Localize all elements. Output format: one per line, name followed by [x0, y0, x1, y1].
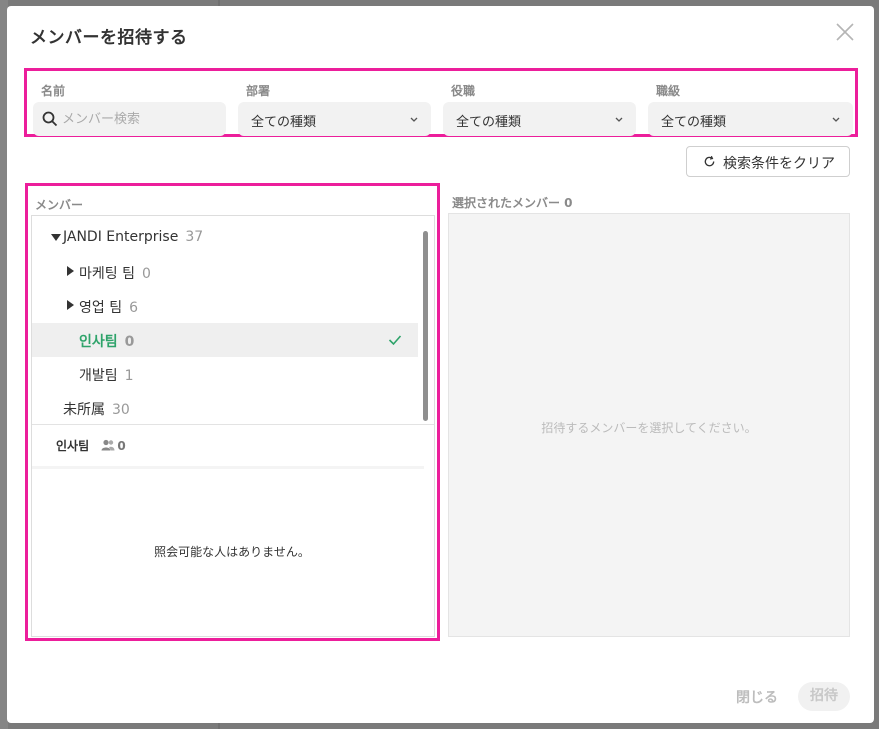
tree-item-label: 인사팀: [79, 334, 118, 350]
no-members-message: 照会可能な人はありません。: [154, 545, 310, 559]
role-select[interactable]: 全ての種類: [443, 102, 636, 136]
tree-item-label: 未所属: [63, 402, 105, 418]
rank-filter-label: 職級: [656, 84, 681, 98]
chevron-down-icon: [615, 117, 623, 122]
tree-item-unassigned[interactable]: 未所属 30: [32, 391, 418, 425]
tree-item-label: 개발팀: [79, 368, 118, 384]
tree-item-count: 30: [112, 402, 130, 418]
invite-members-dialog: メンバーを招待する 名前 部署 全ての種類 役職 全ての種類 職級 全ての種類 …: [7, 6, 874, 723]
tree-item-label: JANDI Enterprise: [63, 229, 179, 245]
invite-button[interactable]: 招待: [798, 682, 850, 711]
role-select-value: 全ての種類: [456, 115, 522, 130]
caret-right-icon: [67, 300, 74, 310]
search-icon: [42, 111, 58, 127]
tree-item-count: 0: [141, 266, 151, 282]
current-team-count: 0: [117, 439, 126, 453]
tree-item-label: 마케팅 팀: [79, 266, 135, 282]
tree-item-sales-team[interactable]: 영업 팀 6: [32, 289, 418, 323]
members-section: メンバー JANDI Enterprise 37 마케팅 팀 0 영업 팀 6 인사팀…: [25, 183, 440, 641]
name-filter-label: 名前: [41, 84, 66, 98]
tree-item-count: 6: [129, 300, 139, 316]
members-label: メンバー: [35, 198, 84, 212]
tree-item-marketing-team[interactable]: 마케팅 팀 0: [32, 255, 418, 289]
tree-scrollbar[interactable]: [423, 231, 428, 421]
current-team-name: 인사팀: [56, 439, 90, 453]
caret-right-icon: [67, 266, 74, 276]
team-divider: [32, 466, 424, 469]
current-team-header: 인사팀 0: [56, 437, 126, 454]
selected-members-label: 選択されたメンバー 0: [452, 196, 573, 210]
rank-select-value: 全ての種類: [661, 115, 727, 130]
tree-item-count: 1: [124, 368, 134, 384]
department-filter-label: 部署: [246, 84, 271, 98]
people-icon: [101, 439, 115, 451]
clear-search-label: 検索条件をクリア: [723, 156, 835, 172]
dialog-title: メンバーを招待する: [30, 28, 188, 48]
caret-down-icon: [51, 234, 61, 241]
tree-item-jandi-enterprise[interactable]: JANDI Enterprise 37: [32, 221, 418, 255]
clear-search-button[interactable]: 検索条件をクリア: [686, 146, 850, 177]
tree-item-label: 영업 팀: [79, 300, 123, 316]
selected-members-panel: 招待するメンバーを選択してください。: [448, 213, 850, 637]
tree-item-count: 37: [185, 229, 204, 245]
chevron-down-icon: [410, 117, 418, 122]
org-tree-panel: JANDI Enterprise 37 마케팅 팀 0 영업 팀 6 인사팀 0 개발팀…: [31, 215, 435, 637]
chevron-down-icon: [832, 117, 840, 122]
refresh-icon: [704, 155, 715, 167]
tree-item-dev-team[interactable]: 개발팀 1: [32, 357, 418, 391]
check-icon: [388, 335, 402, 346]
close-icon[interactable]: [833, 20, 857, 44]
tree-divider: [32, 424, 434, 425]
selected-empty-message: 招待するメンバーを選択してください。: [541, 421, 757, 435]
rank-select[interactable]: 全ての種類: [648, 102, 853, 136]
tree-item-hr-team[interactable]: 인사팀 0: [32, 323, 418, 357]
department-select-value: 全ての種類: [251, 115, 317, 130]
member-search-input[interactable]: [62, 108, 212, 130]
member-search-field[interactable]: [33, 102, 226, 136]
role-filter-label: 役職: [451, 84, 476, 98]
department-select[interactable]: 全ての種類: [238, 102, 431, 136]
tree-item-count: 0: [124, 334, 135, 350]
filter-section: 名前 部署 全ての種類 役職 全ての種類 職級 全ての種類: [24, 68, 858, 137]
close-button[interactable]: 閉じる: [736, 687, 778, 707]
